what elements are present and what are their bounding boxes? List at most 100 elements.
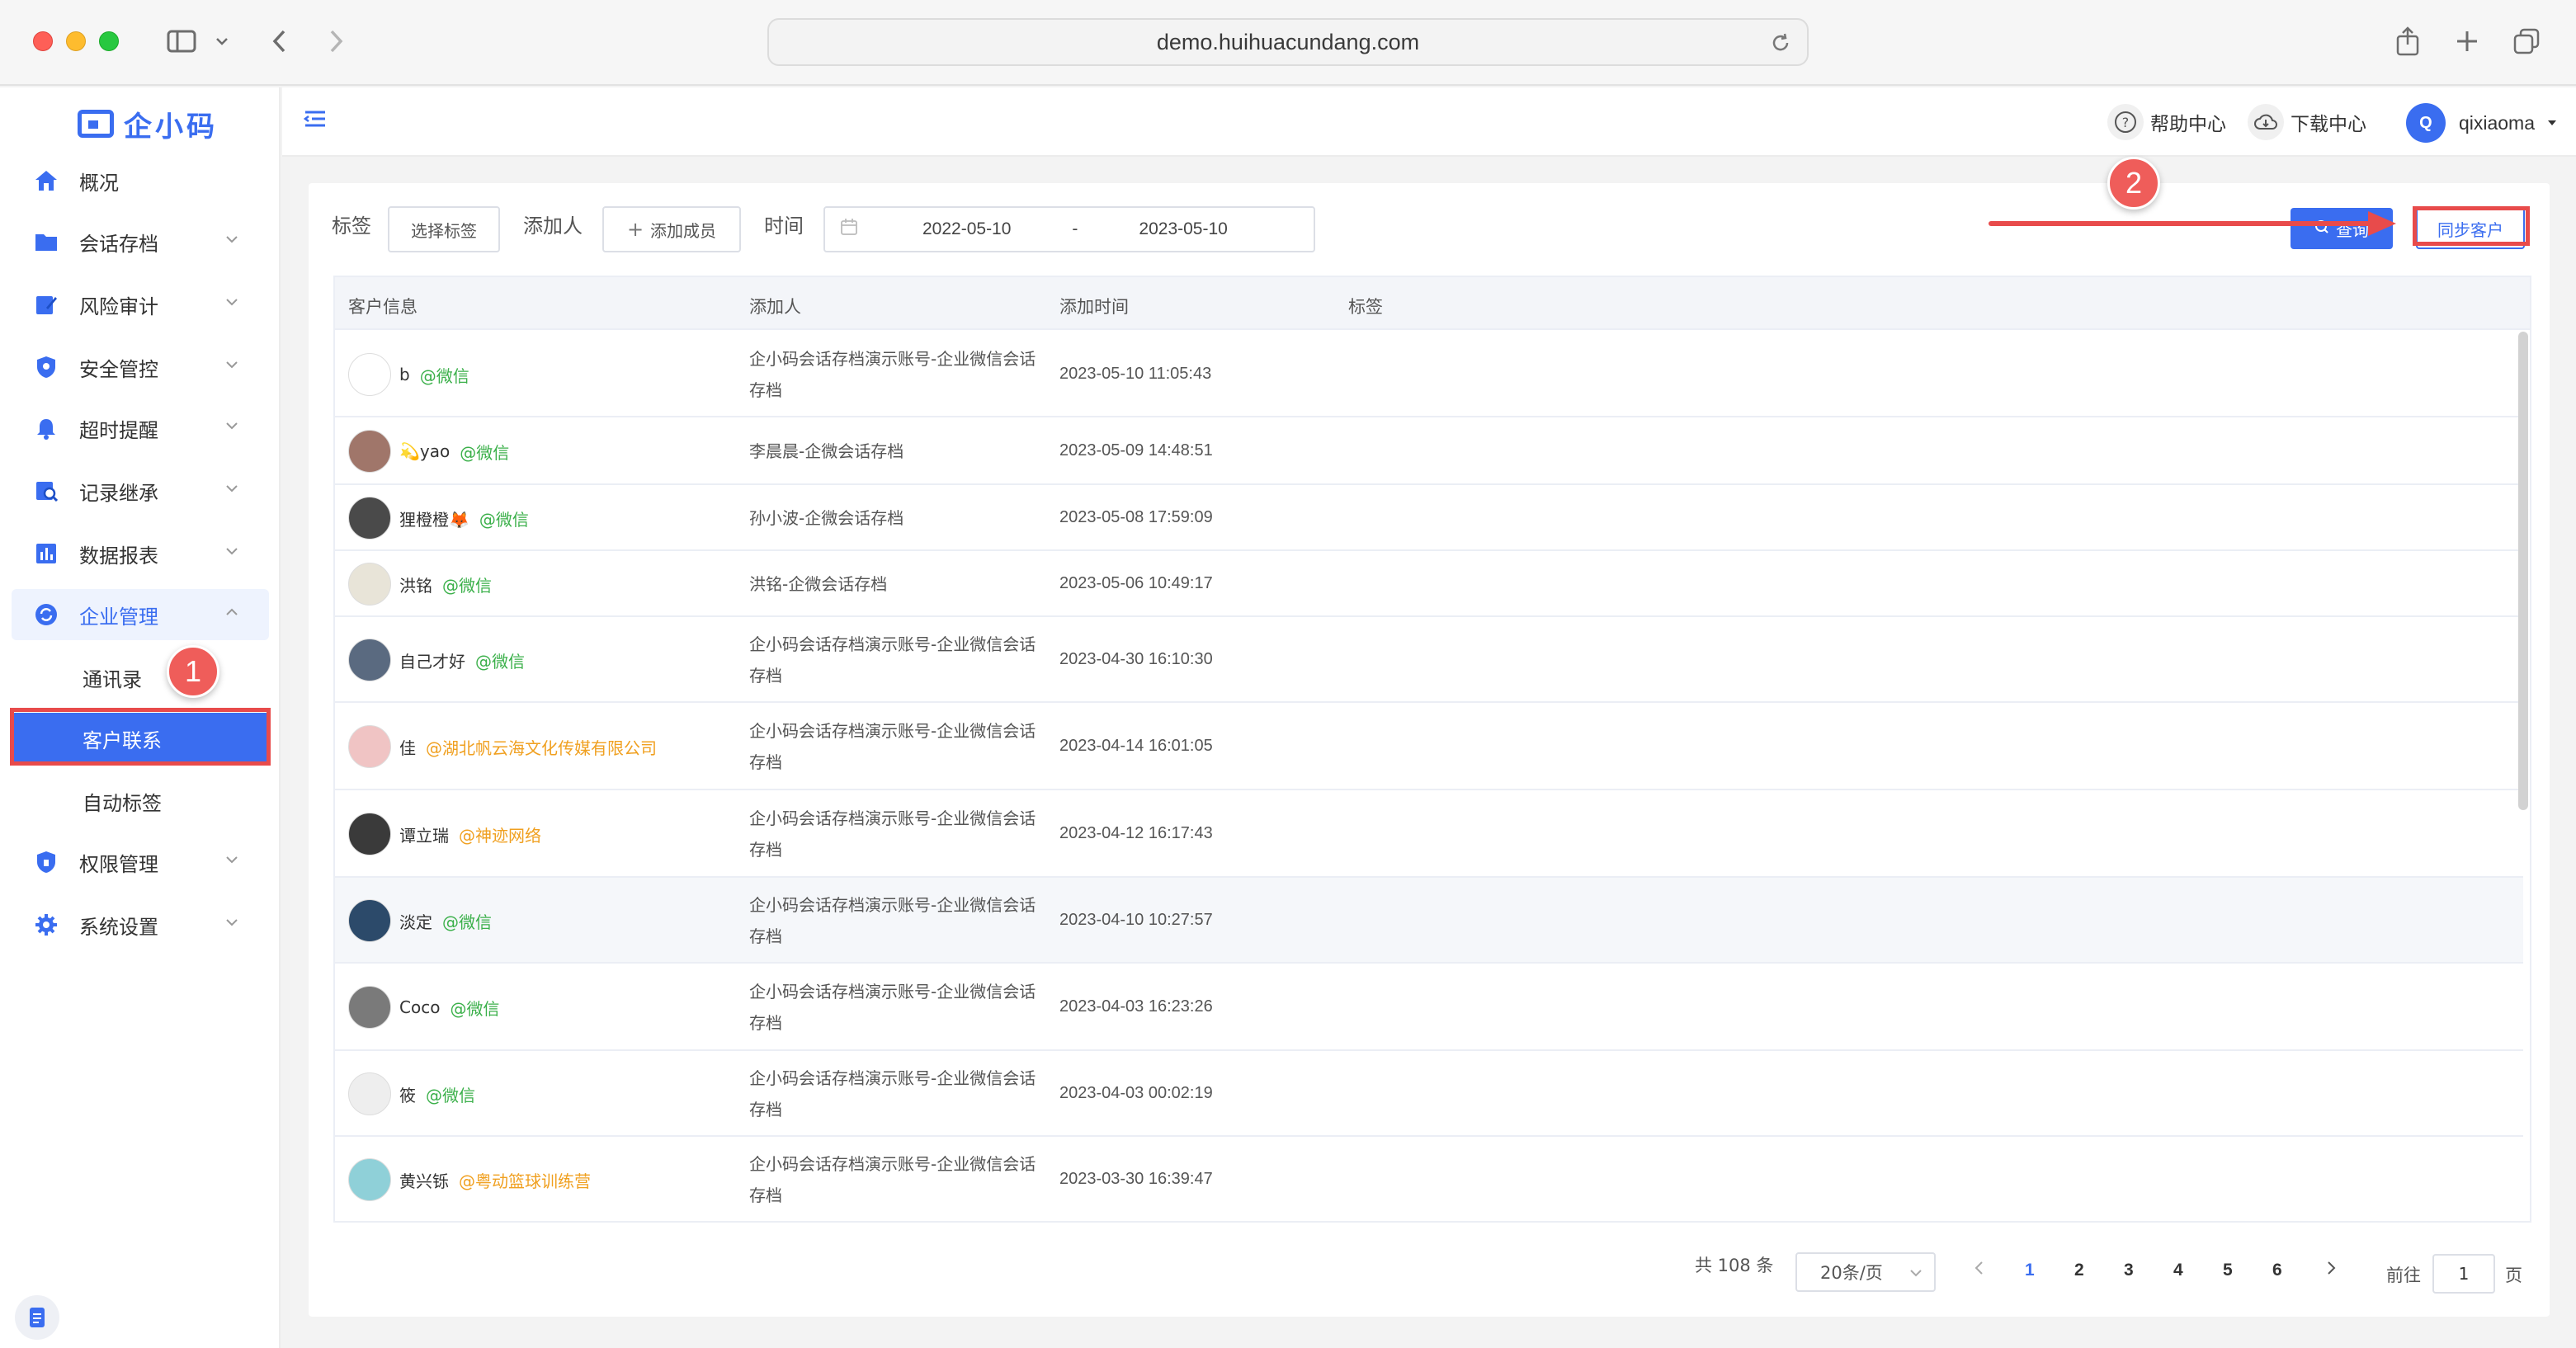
reload-icon[interactable] — [1769, 31, 1792, 60]
customer-source: @微信 — [442, 575, 492, 596]
table-row[interactable]: 谭立瑞 @神迹网络 企小码会话存档演示账号-企业微信会话存档 2023-04-12 1… — [335, 790, 2523, 878]
table-row[interactable]: 佳 @湖北帆云海文化传媒有限公司 企小码会话存档演示账号-企业微信会话存档 2023-… — [335, 703, 2523, 790]
sidebar-item-record-inherit[interactable]: 记录继承 — [12, 465, 269, 516]
close-window-button[interactable] — [33, 31, 53, 51]
adder-cell: 企小码会话存档演示账号-企业微信会话存档 — [749, 982, 1036, 1033]
add-time-cell: 2023-05-06 10:49:17 — [1059, 574, 1213, 592]
page-size-value: 20条/页 — [1820, 1263, 1883, 1283]
sidebar-item-system-settings[interactable]: 系统设置 — [12, 899, 269, 950]
annotation-badge-2: 2 — [2107, 157, 2160, 210]
sidebar-item-data-report[interactable]: 数据报表 — [12, 528, 269, 579]
next-page-icon[interactable] — [2327, 1261, 2337, 1280]
chevron-down-icon — [226, 422, 238, 430]
table-scrollbar[interactable] — [2518, 332, 2528, 1221]
table-row[interactable]: 狸橙橙🦊 @微信 孙小波-企微会话存档 2023-05-08 17:59:09 — [335, 485, 2523, 551]
shield-lock-icon — [33, 849, 59, 875]
page-1[interactable]: 1 — [2025, 1261, 2035, 1280]
customer-name[interactable]: 筱 — [399, 1082, 416, 1106]
user-menu[interactable]: Q qixiaoma — [2405, 102, 2558, 144]
customer-source: @微信 — [419, 365, 469, 386]
new-tab-icon[interactable] — [2449, 21, 2485, 61]
adder-cell: 企小码会话存档演示账号-企业微信会话存档 — [749, 1154, 1036, 1205]
col-header-time: 添加时间 — [1059, 297, 1129, 317]
customer-name[interactable]: 💫yao — [399, 441, 450, 461]
customer-info-cell: 💫yao @微信 — [348, 430, 509, 473]
menu-fold-icon[interactable] — [303, 109, 327, 132]
sidebar-item-label: 记录继承 — [79, 481, 158, 505]
table-row[interactable]: 💫yao @微信 李晨晨-企微会话存档 2023-05-09 14:48:51 — [335, 417, 2523, 485]
adder-cell: 李晨晨-企微会话存档 — [749, 441, 904, 461]
download-center-link[interactable]: 下载中心 — [2248, 104, 2366, 140]
goto-page-input[interactable]: 1 — [2432, 1254, 2495, 1294]
page-size-select[interactable]: 20条/页 — [1795, 1252, 1936, 1292]
back-icon[interactable] — [262, 21, 295, 61]
customer-name[interactable]: 佳 — [399, 735, 416, 759]
date-start[interactable]: 2022-05-10 — [922, 219, 1011, 239]
prev-page-icon[interactable] — [1974, 1261, 1984, 1280]
add-time-cell: 2023-04-10 10:27:57 — [1059, 911, 1213, 929]
page-6[interactable]: 6 — [2272, 1261, 2282, 1280]
customer-info-cell: 狸橙橙🦊 @微信 — [348, 497, 529, 540]
tab-overview-icon[interactable] — [2508, 21, 2545, 61]
sidebar-item-label: 概况 — [79, 171, 119, 195]
sidebar-subitem-contacts[interactable]: 通讯录 — [12, 652, 269, 703]
chevron-down-icon — [226, 548, 238, 555]
add-member-button[interactable]: + 添加成员 — [602, 206, 741, 252]
date-end[interactable]: 2023-05-10 — [1139, 219, 1227, 239]
sidebar-item-label: 企业管理 — [79, 605, 158, 629]
app-logo[interactable]: 企小码 — [78, 99, 218, 148]
add-time-cell: 2023-04-03 00:02:19 — [1059, 1084, 1213, 1102]
page-4[interactable]: 4 — [2173, 1261, 2183, 1280]
add-time-cell: 2023-04-14 16:01:05 — [1059, 737, 1213, 755]
share-icon[interactable] — [2390, 21, 2426, 61]
sidebar-item-security[interactable]: 安全管控 — [12, 342, 269, 393]
zoom-window-button[interactable] — [99, 31, 119, 51]
col-header-customer: 客户信息 — [348, 297, 418, 317]
chevron-down-icon[interactable] — [210, 21, 234, 61]
customer-info-cell: b @微信 — [348, 353, 469, 396]
address-bar[interactable]: demo.huihuacundang.com — [767, 18, 1809, 66]
minimize-window-button[interactable] — [66, 31, 86, 51]
sidebar-item-risk-audit[interactable]: 风险审计 — [12, 279, 269, 330]
customer-name[interactable]: 黄兴铄 — [399, 1168, 449, 1192]
date-range-picker[interactable]: 2022-05-10 - 2023-05-10 — [823, 206, 1315, 252]
page-5[interactable]: 5 — [2223, 1261, 2233, 1280]
sidebar-toggle-icon[interactable] — [160, 21, 203, 61]
customer-name[interactable]: b — [399, 365, 410, 384]
calendar-icon — [840, 218, 858, 241]
table-row[interactable]: 自己才好 @微信 企小码会话存档演示账号-企业微信会话存档 2023-04-30 16… — [335, 617, 2523, 703]
bar-chart-icon — [33, 540, 59, 567]
customer-name[interactable]: 狸橙橙🦊 — [399, 507, 469, 530]
annotation-arrow-head — [2368, 211, 2396, 236]
help-center-label: 帮助中心 — [2150, 114, 2226, 135]
shield-icon — [33, 354, 59, 380]
page-2[interactable]: 2 — [2074, 1261, 2084, 1280]
sidebar-item-chat-archive[interactable]: 会话存档 — [12, 216, 269, 267]
document-icon[interactable] — [15, 1295, 59, 1340]
sidebar-item-timeout-reminder[interactable]: 超时提醒 — [12, 403, 269, 454]
sidebar-item-overview[interactable]: 概况 — [12, 155, 269, 206]
select-tags-button[interactable]: 选择标签 — [388, 206, 500, 252]
customer-name[interactable]: 淡定 — [399, 909, 432, 933]
page-3[interactable]: 3 — [2124, 1261, 2134, 1280]
sidebar-item-enterprise-management[interactable]: 企业管理 — [12, 589, 269, 640]
table-row[interactable]: 洪铭 @微信 洪铭-企微会话存档 2023-05-06 10:49:17 — [335, 551, 2523, 617]
customer-name[interactable]: 谭立瑞 — [399, 822, 449, 846]
customer-name[interactable]: 自己才好 — [399, 648, 465, 672]
table-row[interactable]: 黄兴铄 @粤动篮球训练营 企小码会话存档演示账号-企业微信会话存档 2023-03-3… — [335, 1137, 2523, 1221]
sidebar-subitem-auto-tags[interactable]: 自动标签 — [12, 775, 269, 827]
table-row[interactable]: 筱 @微信 企小码会话存档演示账号-企业微信会话存档 2023-04-03 00:02… — [335, 1051, 2523, 1137]
adder-cell: 企小码会话存档演示账号-企业微信会话存档 — [749, 349, 1036, 400]
table-row[interactable]: 淡定 @微信 企小码会话存档演示账号-企业微信会话存档 2023-04-10 10:2… — [335, 878, 2523, 964]
adder-cell: 企小码会话存档演示账号-企业微信会话存档 — [749, 721, 1036, 772]
scrollbar-thumb[interactable] — [2518, 332, 2528, 810]
sidebar-item-permission[interactable]: 权限管理 — [12, 837, 269, 888]
add-time-cell: 2023-04-12 16:17:43 — [1059, 824, 1213, 842]
table-row[interactable]: b @微信 企小码会话存档演示账号-企业微信会话存档 2023-05-10 11:05… — [335, 332, 2523, 417]
table-row[interactable]: Coco @微信 企小码会话存档演示账号-企业微信会话存档 2023-04-03 16… — [335, 964, 2523, 1051]
customer-name[interactable]: Coco — [399, 997, 440, 1017]
forward-icon[interactable] — [320, 21, 353, 61]
customer-name[interactable]: 洪铭 — [399, 573, 432, 596]
add-time-cell: 2023-05-10 11:05:43 — [1059, 365, 1212, 383]
help-center-link[interactable]: ? 帮助中心 — [2107, 104, 2226, 140]
